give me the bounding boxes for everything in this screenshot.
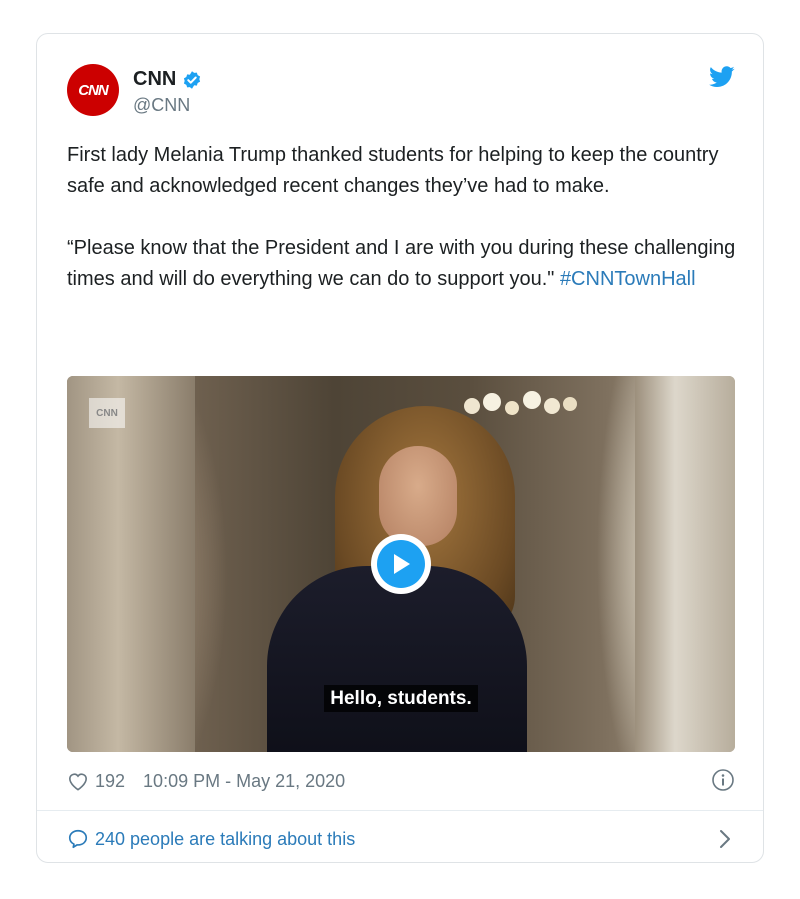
comment-bubble-icon — [68, 829, 88, 849]
video-player[interactable]: CNN Hello, students. — [67, 376, 735, 752]
video-caption: Hello, students. — [67, 685, 735, 712]
display-name[interactable]: CNN — [133, 68, 176, 91]
hashtag-link[interactable]: #CNNTownHall — [560, 268, 696, 290]
conversation-link[interactable]: 240 people are talking about this — [67, 824, 735, 854]
chevron-right-icon[interactable] — [715, 828, 735, 850]
conversation-count-text[interactable]: 240 people are talking about this — [95, 829, 355, 850]
footer-divider — [37, 810, 763, 811]
tweet-header: CNN CNN @CNN — [67, 62, 735, 122]
person-face — [379, 446, 457, 546]
tweet-text: First lady Melania Trump thanked student… — [67, 140, 737, 295]
tweet-meta: 192 10:09 PM - May 21, 2020 — [67, 768, 735, 794]
heart-icon[interactable] — [67, 771, 89, 791]
avatar-logo-text: CNN — [78, 81, 108, 99]
verified-badge-icon — [184, 70, 201, 89]
cnn-watermark: CNN — [89, 398, 125, 428]
chandelier-lights — [464, 391, 577, 415]
tweet-timestamp[interactable]: 10:09 PM - May 21, 2020 — [143, 771, 345, 792]
name-row: CNN — [133, 68, 202, 91]
person-jacket — [267, 566, 527, 752]
handle[interactable]: @CNN — [133, 95, 190, 116]
like-count[interactable]: 192 — [95, 771, 125, 792]
tweet-card: CNN CNN @CNN First lady Melania Trump th… — [36, 33, 764, 863]
tweet-paragraph-1: First lady Melania Trump thanked student… — [67, 144, 719, 197]
video-caption-text: Hello, students. — [324, 685, 478, 712]
twitter-bird-icon[interactable] — [709, 66, 735, 88]
info-icon[interactable] — [711, 768, 735, 792]
avatar[interactable]: CNN — [67, 64, 119, 116]
play-icon — [394, 554, 410, 574]
play-icon-circle — [377, 540, 425, 588]
tweet-paragraph-2: “Please know that the President and I ar… — [67, 233, 737, 295]
play-button[interactable] — [371, 534, 431, 594]
